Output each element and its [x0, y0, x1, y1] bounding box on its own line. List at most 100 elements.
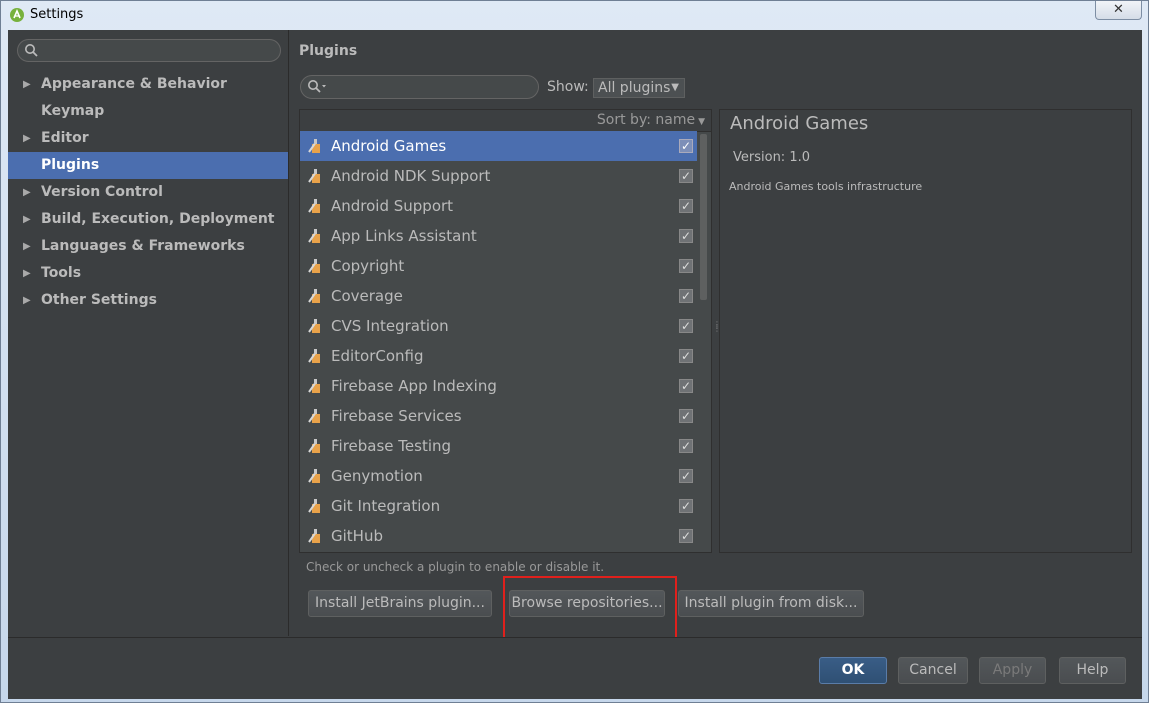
expand-arrow-icon[interactable]: ▶ [23, 287, 31, 314]
plugin-row[interactable]: App Links Assistant ✓ [300, 221, 697, 251]
plugin-name: GitHub [331, 527, 383, 545]
plugin-enabled-checkbox[interactable]: ✓ [679, 529, 693, 543]
plugin-row[interactable]: GitHub ✓ [300, 521, 697, 551]
sidebar-item-label: Editor [41, 130, 89, 146]
plugin-row[interactable]: Firebase App Indexing ✓ [300, 371, 697, 401]
install-plugin-from-disk-button[interactable]: Install plugin from disk... [678, 590, 864, 617]
plugin-name: CVS Integration [331, 317, 449, 335]
plugin-name: EditorConfig [331, 347, 424, 365]
close-icon: ✕ [1113, 2, 1124, 17]
window-title: Settings [30, 7, 84, 22]
plugin-row[interactable]: Copyright ✓ [300, 251, 697, 281]
plugin-enabled-checkbox[interactable]: ✓ [679, 379, 693, 393]
plugin-row[interactable]: Firebase Services ✓ [300, 401, 697, 431]
chevron-down-icon: ▼ [671, 82, 679, 93]
search-dropdown-icon[interactable] [307, 79, 327, 93]
plugin-enabled-checkbox[interactable]: ✓ [679, 499, 693, 513]
install-jetbrains-plugin-button[interactable]: Install JetBrains plugin... [308, 590, 492, 617]
plugin-enabled-checkbox[interactable]: ✓ [679, 409, 693, 423]
sidebar-item-label: Plugins [41, 157, 100, 173]
close-button[interactable]: ✕ [1095, 1, 1142, 20]
plugin-icon [308, 199, 320, 213]
expand-arrow-icon[interactable]: ▶ [23, 233, 31, 260]
page-title: Plugins [299, 43, 358, 59]
plugin-row[interactable]: Android Games ✓ [300, 131, 697, 161]
plugin-enabled-checkbox[interactable]: ✓ [679, 469, 693, 483]
plugin-row[interactable]: Android NDK Support ✓ [300, 161, 697, 191]
sidebar-item-label: Version Control [41, 184, 163, 200]
android-studio-icon [10, 8, 24, 22]
plugin-enabled-checkbox[interactable]: ✓ [679, 349, 693, 363]
plugin-name: Copyright [331, 257, 405, 275]
sidebar-item[interactable]: ▶ Appearance & Behavior [8, 71, 288, 98]
show-filter-dropdown[interactable]: All plugins ▼ [593, 78, 685, 98]
plugin-icon [308, 319, 320, 333]
expand-arrow-icon[interactable]: ▶ [23, 206, 31, 233]
plugin-list: Android Games ✓ Android NDK Support ✓ Androi… [300, 131, 697, 552]
expand-arrow-icon[interactable]: ▶ [23, 260, 31, 287]
plugin-name: Firebase App Indexing [331, 377, 497, 395]
plugin-list-scrollbar[interactable] [699, 134, 708, 552]
annotation-highlight-box [503, 576, 677, 644]
sort-bar: Sort by: name ▼ [300, 110, 711, 132]
sidebar-item[interactable]: ▶ Version Control [8, 179, 288, 206]
scroll-thumb[interactable] [700, 134, 707, 300]
sidebar-item-label: Other Settings [41, 292, 157, 308]
search-icon [25, 44, 38, 57]
plugin-icon [308, 529, 320, 543]
sidebar-search-input[interactable] [17, 39, 281, 62]
plugin-details-panel: Android Games Version: 1.0 Android Games… [719, 109, 1132, 553]
plugin-icon [308, 289, 320, 303]
sidebar-item-label: Tools [41, 265, 82, 281]
sort-by-dropdown[interactable]: Sort by: name ▼ [597, 112, 705, 128]
plugin-icon [308, 349, 320, 363]
plugin-row[interactable]: EditorConfig ✓ [300, 341, 697, 371]
help-button[interactable]: Help [1059, 657, 1126, 684]
sort-by-label: Sort by: name [596, 112, 696, 128]
plugin-row[interactable]: Android Support ✓ [300, 191, 697, 221]
plugin-enabled-checkbox[interactable]: ✓ [679, 319, 693, 333]
plugin-icon [308, 139, 320, 153]
plugin-hint-text: Check or uncheck a plugin to enable or d… [306, 560, 605, 574]
splitter-handle[interactable]: ⋮ ⋮ [713, 321, 721, 337]
plugin-icon [308, 409, 320, 423]
show-label: Show: [547, 79, 589, 95]
sidebar-item[interactable]: Plugins [8, 152, 288, 179]
plugin-enabled-checkbox[interactable]: ✓ [679, 169, 693, 183]
plugin-enabled-checkbox[interactable]: ✓ [679, 229, 693, 243]
plugin-icon [308, 259, 320, 273]
apply-button[interactable]: Apply [979, 657, 1046, 684]
expand-arrow-icon[interactable]: ▶ [23, 71, 31, 98]
sidebar-item[interactable]: ▶ Editor [8, 125, 288, 152]
plugin-enabled-checkbox[interactable]: ✓ [679, 139, 693, 153]
plugin-list-panel: Sort by: name ▼ Android Games ✓ Android NDK… [299, 109, 712, 553]
plugin-search-input[interactable] [300, 75, 539, 99]
ok-button[interactable]: OK [819, 657, 887, 684]
plugin-enabled-checkbox[interactable]: ✓ [679, 199, 693, 213]
plugin-row[interactable]: Coverage ✓ [300, 281, 697, 311]
plugin-row[interactable]: Firebase Testing ✓ [300, 431, 697, 461]
plugin-name: Git Integration [331, 497, 441, 515]
plugin-icon [308, 229, 320, 243]
sidebar-item[interactable]: ▶ Build, Execution, Deployment [8, 206, 288, 233]
plugin-icon [308, 499, 320, 513]
expand-arrow-icon[interactable]: ▶ [23, 179, 31, 206]
plugin-name: Genymotion [331, 467, 423, 485]
cancel-button[interactable]: Cancel [898, 657, 968, 684]
sidebar-item-label: Keymap [41, 103, 105, 119]
plugin-details-version: Version: 1.0 [733, 150, 810, 165]
expand-arrow-icon[interactable]: ▶ [23, 125, 31, 152]
sidebar-item[interactable]: Keymap [8, 98, 288, 125]
plugin-enabled-checkbox[interactable]: ✓ [679, 289, 693, 303]
plugin-enabled-checkbox[interactable]: ✓ [679, 259, 693, 273]
plugin-row[interactable]: Git Integration ✓ [300, 491, 697, 521]
sidebar-item[interactable]: ▶ Other Settings [8, 287, 288, 314]
plugin-row[interactable]: Genymotion ✓ [300, 461, 697, 491]
plugin-row[interactable]: CVS Integration ✓ [300, 311, 697, 341]
sidebar-item[interactable]: ▶ Languages & Frameworks [8, 233, 288, 260]
sidebar-item[interactable]: ▶ Tools [8, 260, 288, 287]
plugin-name: Android Games [331, 137, 447, 155]
plugin-name: App Links Assistant [331, 227, 477, 245]
plugin-enabled-checkbox[interactable]: ✓ [679, 439, 693, 453]
plugin-name: Firebase Services [331, 407, 462, 425]
